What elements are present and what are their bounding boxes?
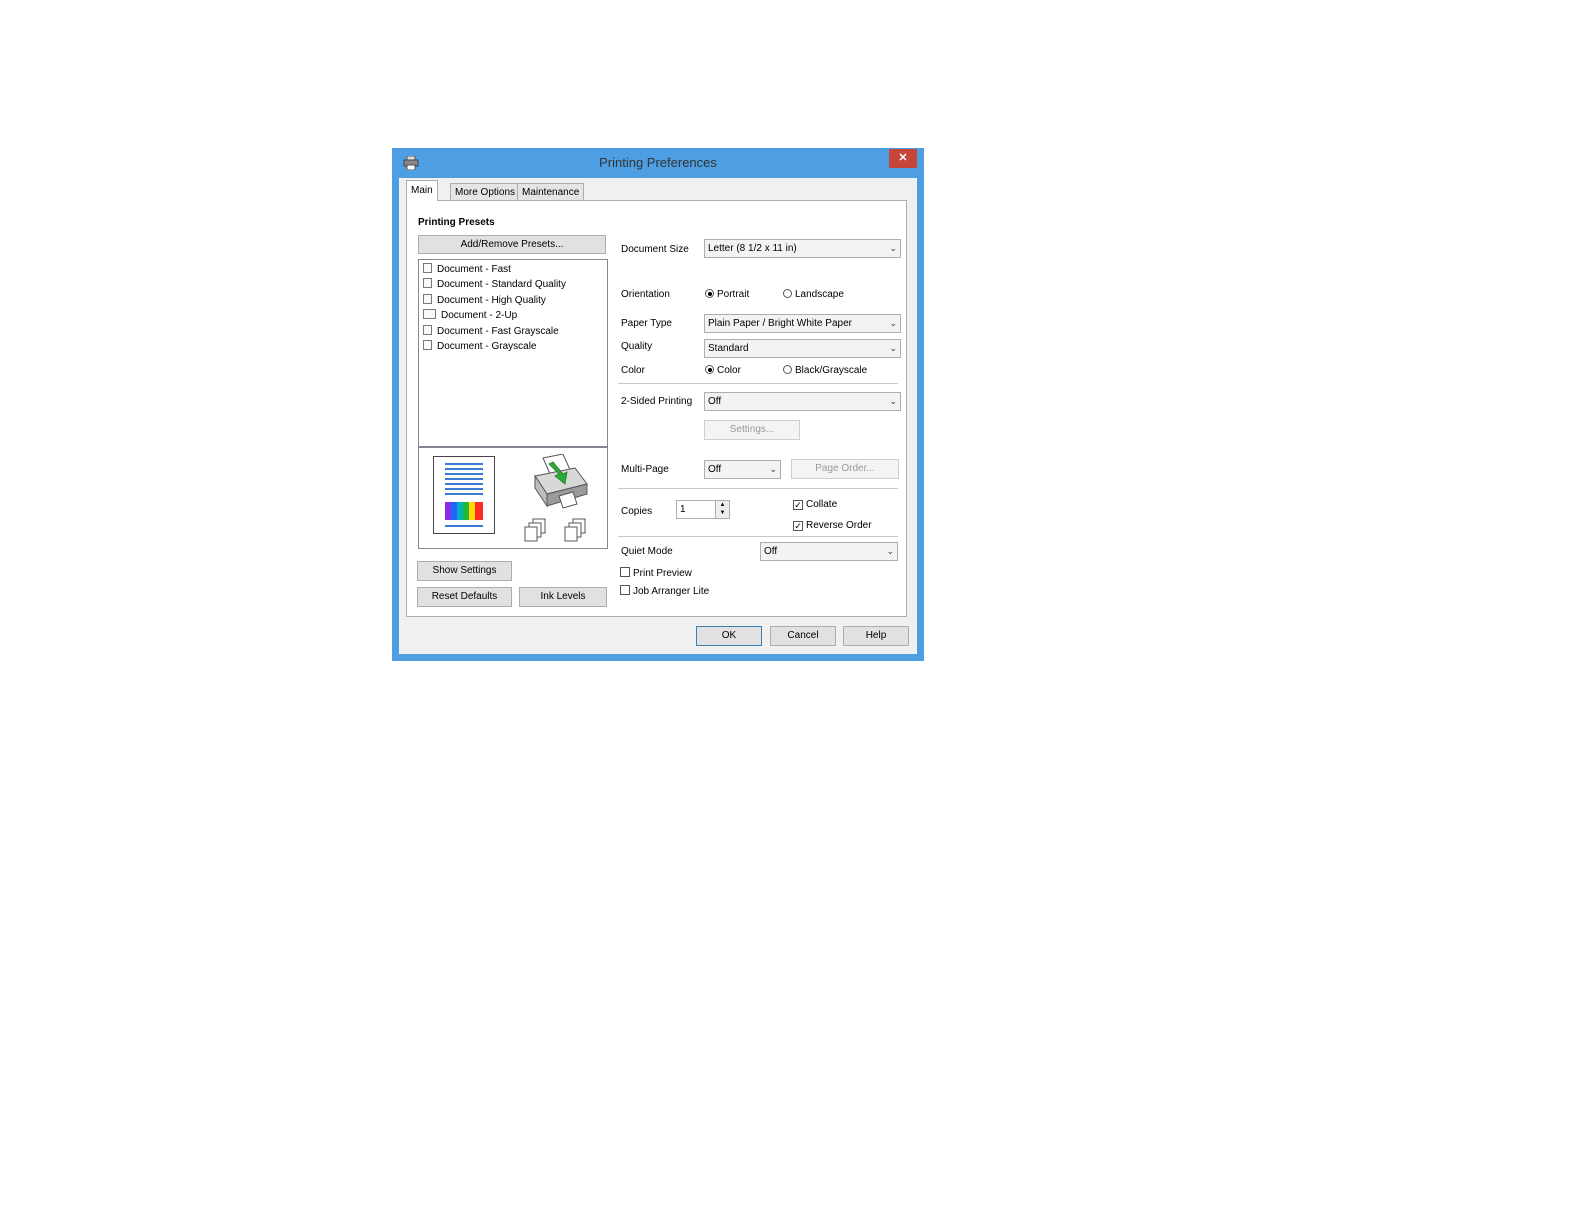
cancel-button[interactable]: Cancel <box>770 626 836 646</box>
help-button[interactable]: Help <box>843 626 909 646</box>
radio-unselected-icon <box>783 289 792 298</box>
divider <box>618 488 898 489</box>
document-size-label: Document Size <box>621 244 689 255</box>
chevron-down-icon: ⌄ <box>889 318 897 328</box>
portrait-radio[interactable]: Portrait <box>705 289 749 300</box>
quiet-mode-label: Quiet Mode <box>621 546 673 557</box>
checkmark-icon: ✓ <box>793 521 803 531</box>
paper-type-select[interactable]: Plain Paper / Bright White Paper ⌄ <box>704 314 901 333</box>
settings-preview <box>418 447 608 549</box>
page-order-button[interactable]: Page Order... <box>791 459 899 479</box>
ink-levels-button[interactable]: Ink Levels <box>519 587 607 607</box>
color-radio[interactable]: Color <box>705 365 741 376</box>
quiet-mode-select[interactable]: Off ⌄ <box>760 542 898 561</box>
list-item[interactable]: Document - High Quality <box>423 293 546 308</box>
grayscale-document-icon <box>423 340 432 350</box>
list-item[interactable]: Document - Grayscale <box>423 339 536 354</box>
job-arranger-lite-checkbox[interactable]: Job Arranger Lite <box>620 585 709 597</box>
radio-unselected-icon <box>783 365 792 374</box>
printing-preferences-window: Printing Preferences ✕ Main More Options… <box>392 148 924 661</box>
document-icon <box>423 294 432 304</box>
printing-presets-heading: Printing Presets <box>418 217 495 228</box>
collate-stack-icon <box>524 518 546 542</box>
title-bar[interactable]: Printing Preferences ✕ <box>392 148 924 178</box>
tab-more-options[interactable]: More Options <box>450 183 521 201</box>
landscape-radio[interactable]: Landscape <box>783 289 844 300</box>
multi-page-label: Multi-Page <box>621 464 669 475</box>
checkbox-empty-icon <box>620 567 630 577</box>
close-button[interactable]: ✕ <box>889 149 917 168</box>
two-up-icon <box>423 309 436 319</box>
list-item[interactable]: Document - Standard Quality <box>423 277 566 292</box>
tab-maintenance[interactable]: Maintenance <box>517 183 585 201</box>
close-icon: ✕ <box>898 152 908 164</box>
two-sided-printing-label: 2-Sided Printing <box>621 396 693 407</box>
two-sided-settings-button[interactable]: Settings... <box>704 420 800 440</box>
tab-main[interactable]: Main <box>406 180 438 201</box>
reverse-order-checkbox[interactable]: ✓ Reverse Order <box>793 520 872 531</box>
document-size-select[interactable]: Letter (8 1/2 x 11 in) ⌄ <box>704 239 901 258</box>
add-remove-presets-button[interactable]: Add/Remove Presets... <box>418 235 606 254</box>
collate-checkbox[interactable]: ✓ Collate <box>793 499 837 510</box>
copies-stepper[interactable]: 1 ▲ ▼ <box>676 500 730 519</box>
spin-arrows-icon[interactable]: ▲ ▼ <box>715 501 729 518</box>
main-tab-panel: Printing Presets Add/Remove Presets... D… <box>406 200 907 617</box>
two-sided-printing-select[interactable]: Off ⌄ <box>704 392 901 411</box>
document-icon <box>423 263 432 273</box>
color-label: Color <box>621 365 645 376</box>
grayscale-document-icon <box>423 325 432 335</box>
reverse-order-stack-icon <box>564 518 586 542</box>
checkmark-icon: ✓ <box>793 500 803 510</box>
document-icon <box>423 278 432 288</box>
copies-label: Copies <box>621 506 653 517</box>
chevron-down-icon: ⌄ <box>769 464 777 474</box>
dialog-client-area: Main More Options Maintenance Printing P… <box>399 178 917 654</box>
checkbox-empty-icon <box>620 585 630 595</box>
chevron-down-icon: ⌄ <box>889 343 897 353</box>
reset-defaults-button[interactable]: Reset Defaults <box>417 587 512 607</box>
chevron-down-icon: ⌄ <box>889 243 897 253</box>
orientation-label: Orientation <box>621 289 670 300</box>
multi-page-select[interactable]: Off ⌄ <box>704 460 781 479</box>
list-item[interactable]: Document - Fast <box>423 262 511 277</box>
show-settings-button[interactable]: Show Settings <box>417 561 512 581</box>
window-title: Printing Preferences <box>599 155 717 170</box>
divider <box>618 383 898 384</box>
printer-paper-icon <box>534 454 588 509</box>
chevron-down-icon: ⌄ <box>889 396 897 406</box>
ok-button[interactable]: OK <box>696 626 762 646</box>
chevron-down-icon: ⌄ <box>886 546 894 556</box>
preset-list: Document - Fast Document - Standard Qual… <box>418 259 608 447</box>
divider <box>618 536 898 537</box>
radio-selected-icon <box>705 289 714 298</box>
radio-selected-icon <box>705 365 714 374</box>
list-item[interactable]: Document - Fast Grayscale <box>423 324 559 339</box>
list-item[interactable]: Document - 2-Up <box>423 308 517 323</box>
black-grayscale-radio[interactable]: Black/Grayscale <box>783 365 867 376</box>
quality-select[interactable]: Standard ⌄ <box>704 339 901 358</box>
print-preview-checkbox[interactable]: Print Preview <box>620 567 692 579</box>
page-preview-icon <box>433 456 495 534</box>
paper-type-label: Paper Type <box>621 318 672 329</box>
quality-label: Quality <box>621 341 653 352</box>
